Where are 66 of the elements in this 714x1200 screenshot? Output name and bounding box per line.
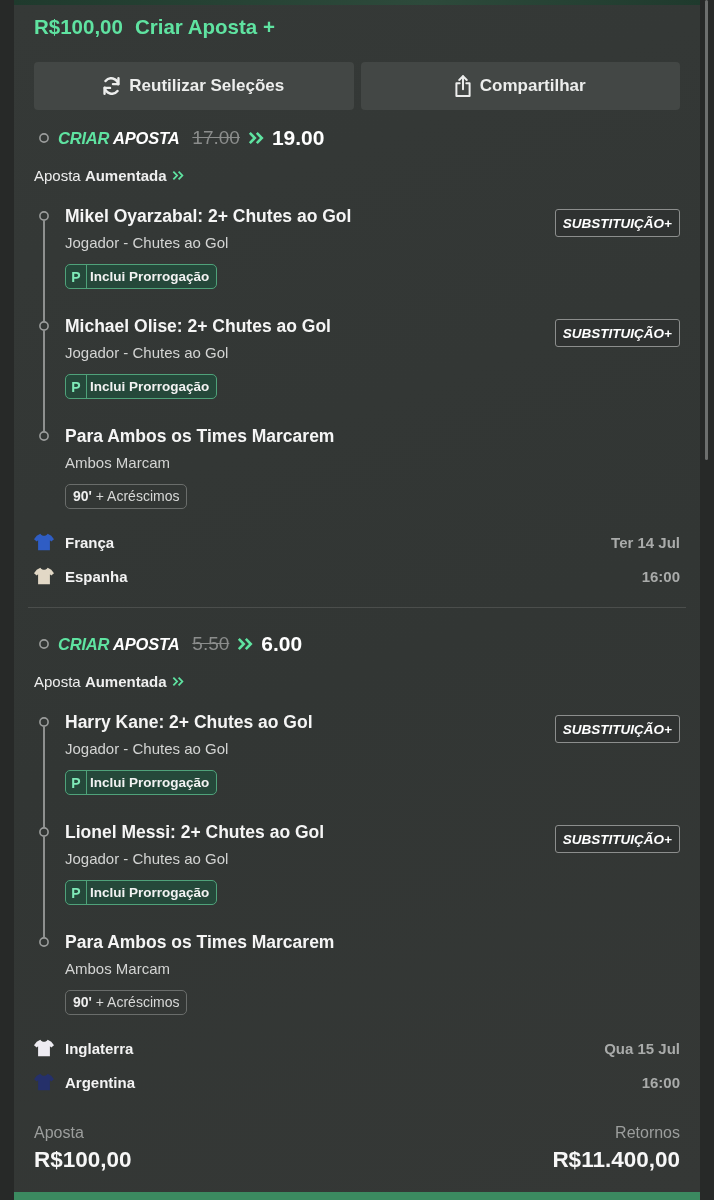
badge-label: Inclui Prorrogação: [86, 375, 217, 398]
share-button[interactable]: Compartilhar: [360, 62, 680, 110]
match-date: Qua 15 Jul: [604, 1039, 680, 1057]
market-name: Ambos Marcam: [65, 453, 172, 473]
market-name: Ambos Marcam: [65, 959, 172, 979]
ring-icon: [39, 937, 49, 947]
selection-title: Mikel Oyarzabal: 2+ Chutes ao Gol: [65, 205, 353, 228]
team-name: Inglaterra: [65, 1039, 135, 1057]
badge-letter: P: [70, 268, 82, 285]
badge-label: Inclui Prorrogação: [86, 771, 217, 794]
market-name: Jogador - Chutes ao Gol: [65, 739, 230, 759]
ring-icon: [39, 827, 49, 837]
ring-icon: [39, 133, 49, 143]
ring-icon: [39, 639, 49, 649]
match-time: 16:00: [640, 567, 680, 585]
double-chevron-icon: [237, 637, 254, 651]
substitution-button[interactable]: SUBSTITUIÇÃO+: [554, 825, 680, 853]
ring-icon: [39, 717, 49, 727]
selection-title: Lionel Messi: 2+ Chutes ao Gol: [65, 821, 326, 844]
bet-builder-logo: CRIAR APOSTA: [58, 128, 180, 148]
double-chevron-icon: [171, 675, 184, 687]
bet-builder-logo: CRIAR APOSTA: [58, 634, 180, 654]
team-name: França: [65, 533, 116, 551]
badge-label: Inclui Prorrogação: [86, 881, 217, 904]
regular-time-badge: 90' + Acréscimos: [65, 990, 188, 1015]
badge-letter: P: [70, 884, 82, 901]
boost-label: Aposta Aumentada: [34, 166, 167, 184]
create-bet-title[interactable]: Criar Aposta +: [134, 14, 275, 40]
match-date: Ter 14 Jul: [611, 533, 680, 551]
scrollbar-thumb[interactable]: [705, 0, 708, 460]
old-odds: 17.00: [192, 127, 240, 149]
substitution-button[interactable]: SUBSTITUIÇÃO+: [554, 715, 680, 743]
market-name: Jogador - Chutes ao Gol: [65, 343, 230, 363]
boost-label: Aposta Aumentada: [34, 672, 167, 690]
ring-icon: [39, 321, 49, 331]
refresh-icon: [103, 77, 121, 95]
bottom-action-bar[interactable]: [14, 1192, 700, 1200]
selection-title: Michael Olise: 2+ Chutes ao Gol: [65, 315, 332, 338]
ring-icon: [39, 431, 49, 441]
double-chevron-icon: [171, 169, 184, 181]
badge-letter: P: [70, 378, 82, 395]
market-name: Jogador - Chutes ao Gol: [65, 849, 230, 869]
slip-stake-amount: R$100,00: [34, 14, 123, 40]
share-icon: [454, 75, 471, 97]
regular-time-badge: 90' + Acréscimos: [65, 484, 188, 509]
returns-amount: R$11.400,00: [552, 1146, 680, 1174]
returns-label: Retornos: [615, 1123, 680, 1143]
match-time: 16:00: [640, 1073, 680, 1091]
selection-title: Para Ambos os Times Marcarem: [65, 425, 336, 448]
double-chevron-icon: [247, 131, 264, 145]
ring-icon: [39, 211, 49, 221]
badge-letter: P: [70, 774, 82, 791]
old-odds: 5.50: [192, 633, 230, 655]
boosted-odds: 6.00: [261, 632, 303, 656]
market-name: Jogador - Chutes ao Gol: [65, 233, 230, 253]
stake-amount: R$100,00: [34, 1146, 132, 1174]
selection-title: Harry Kane: 2+ Chutes ao Gol: [65, 711, 314, 734]
boosted-odds: 19.00: [271, 126, 325, 150]
substitution-button[interactable]: SUBSTITUIÇÃO+: [554, 209, 680, 237]
team-name: Espanha: [65, 567, 129, 585]
reuse-selections-button[interactable]: Reutilizar Seleções: [34, 62, 354, 110]
badge-label: Inclui Prorrogação: [86, 265, 217, 288]
team-name: Argentina: [65, 1073, 136, 1091]
selection-title: Para Ambos os Times Marcarem: [65, 931, 336, 954]
stake-label: Aposta: [34, 1123, 85, 1143]
substitution-button[interactable]: SUBSTITUIÇÃO+: [554, 319, 680, 347]
